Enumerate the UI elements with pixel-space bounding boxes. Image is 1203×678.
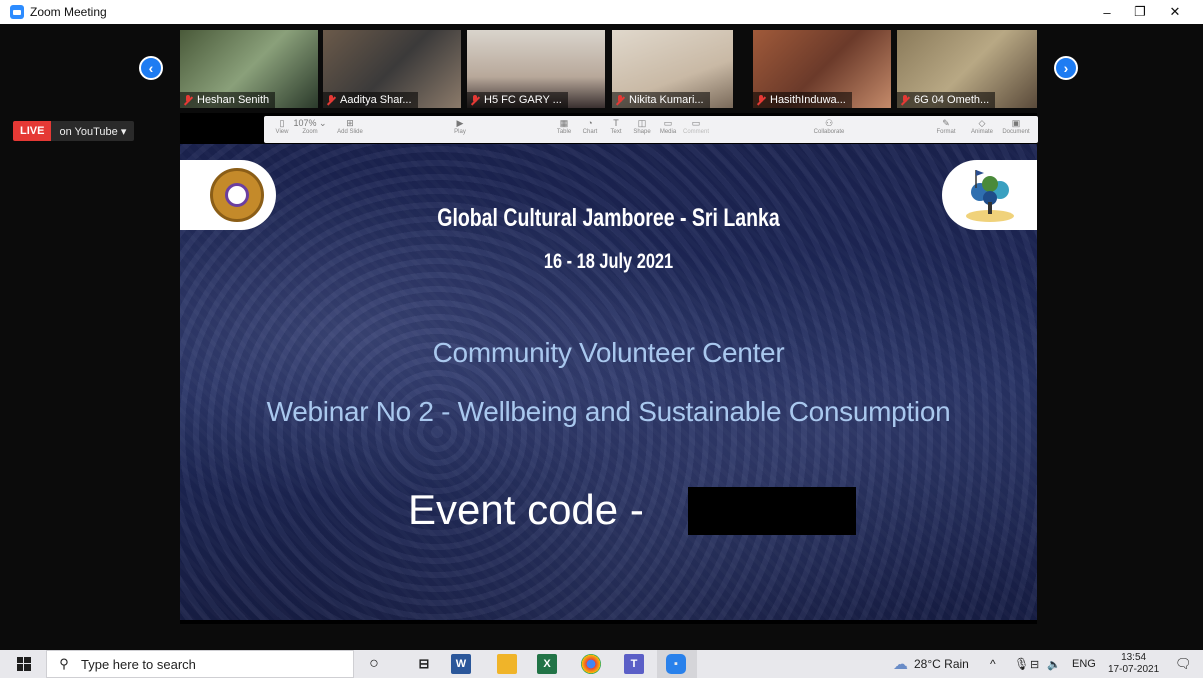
next-participants-button[interactable]: › bbox=[1054, 56, 1078, 80]
file-explorer-icon[interactable] bbox=[497, 654, 517, 674]
zoom-active-highlight bbox=[657, 650, 697, 678]
redacted-event-code bbox=[688, 487, 856, 535]
muted-mic-icon bbox=[471, 95, 480, 105]
clock-time: 13:54 bbox=[1121, 652, 1147, 663]
language-indicator[interactable]: ENG bbox=[1072, 650, 1096, 678]
excel-app-icon[interactable]: X bbox=[537, 654, 557, 674]
toolbar-collaborate: ⚇ Collaborate bbox=[813, 118, 845, 135]
live-target-dropdown[interactable]: on YouTube ▾ bbox=[51, 121, 135, 141]
close-button[interactable]: ✕ bbox=[1160, 0, 1190, 24]
participant-name: 6G 04 Ometh... bbox=[914, 94, 990, 106]
chevron-left-icon: ‹ bbox=[148, 60, 154, 76]
window-titlebar: Zoom Meeting bbox=[0, 0, 1203, 24]
toolbar-add-slide: ⊞ Add Slide bbox=[337, 118, 363, 135]
live-stream-indicator[interactable]: LIVE on YouTube ▾ bbox=[13, 121, 135, 141]
slide-webinar-title: Webinar No 2 - Wellbeing and Sustainable… bbox=[266, 396, 951, 427]
live-badge: LIVE bbox=[13, 121, 52, 141]
prev-participants-button[interactable]: ‹ bbox=[139, 56, 163, 80]
toolbar-animate: ◇ Animate bbox=[970, 118, 993, 135]
toolbar-comment: ▭ Comment bbox=[682, 118, 709, 135]
participant-name: Aaditya Shar... bbox=[340, 94, 412, 106]
window-title: Zoom Meeting bbox=[30, 5, 107, 19]
weather-text: 28°C Rain bbox=[914, 657, 969, 671]
keynote-toolbar: ▯ View 107% ⌄ Zoom ⊞ Add Slide ▶ Play ▦ Table… bbox=[264, 116, 1038, 143]
notifications-icon[interactable]: 🗨 bbox=[1175, 650, 1192, 678]
peacock-mascot-logo bbox=[966, 170, 1014, 222]
clock-date: 17-07-2021 bbox=[1108, 664, 1160, 675]
toolbar-format: ✎ Format bbox=[936, 118, 956, 135]
network-icon[interactable]: ⊟ bbox=[1030, 650, 1039, 678]
minimize-button[interactable]: – bbox=[1092, 0, 1122, 24]
left-logo-panel bbox=[180, 160, 276, 230]
right-logo-panel bbox=[942, 160, 1037, 230]
show-hidden-icons-button[interactable]: ^ bbox=[990, 650, 996, 678]
muted-mic-icon bbox=[616, 95, 625, 105]
participant-video-1[interactable]: Heshan Senith bbox=[180, 30, 318, 108]
microphone-icon[interactable]: 🎙 bbox=[1014, 650, 1029, 678]
participant-name: Nikita Kumari... bbox=[629, 94, 704, 106]
jamboree-emblem-logo bbox=[210, 168, 264, 222]
muted-mic-icon bbox=[327, 95, 336, 105]
rain-cloud-icon: ☁ bbox=[893, 656, 908, 673]
slide-dates: 16 - 18 July 2021 bbox=[543, 250, 674, 273]
participant-video-4[interactable]: Nikita Kumari... bbox=[612, 30, 733, 108]
chrome-app-icon[interactable] bbox=[581, 654, 601, 674]
task-view-icon[interactable]: ⊟ bbox=[414, 654, 434, 674]
muted-mic-icon bbox=[757, 95, 766, 105]
participant-name: Heshan Senith bbox=[197, 94, 270, 106]
participant-name: HasithInduwa... bbox=[770, 94, 846, 106]
shared-screen-toolbar-area: ▯ View 107% ⌄ Zoom ⊞ Add Slide ▶ Play ▦ Table… bbox=[180, 113, 1038, 144]
muted-mic-icon bbox=[901, 95, 910, 105]
muted-mic-icon bbox=[184, 95, 193, 105]
windows-logo-icon bbox=[17, 657, 31, 671]
search-icon: ⚲ bbox=[59, 656, 69, 671]
cortana-icon[interactable]: ○ bbox=[364, 654, 384, 674]
toolbar-play: ▶ Play bbox=[454, 118, 466, 135]
clock[interactable]: 13:54 17-07-2021 bbox=[1108, 650, 1159, 678]
taskbar-search-input[interactable]: ⚲ Type here to search bbox=[46, 650, 354, 678]
toolbar-zoom: 107% ⌄ Zoom bbox=[293, 118, 327, 135]
start-button[interactable] bbox=[10, 650, 38, 678]
volume-icon[interactable]: 🔈 bbox=[1047, 650, 1061, 678]
zoom-app-icon bbox=[10, 5, 24, 19]
event-code-label: Event code - bbox=[408, 486, 644, 533]
search-placeholder: Type here to search bbox=[81, 656, 196, 672]
participant-video-6[interactable]: 6G 04 Ometh... bbox=[897, 30, 1037, 108]
word-app-icon[interactable]: W bbox=[451, 654, 471, 674]
participant-video-2[interactable]: Aaditya Shar... bbox=[323, 30, 461, 108]
participant-video-3[interactable]: H5 FC GARY ... bbox=[467, 30, 605, 108]
slide-title: Global Cultural Jamboree - Sri Lanka bbox=[437, 204, 780, 232]
shared-slide: Global Cultural Jamboree - Sri Lanka 16 … bbox=[180, 144, 1037, 624]
slide-center-name: Community Volunteer Center bbox=[432, 337, 785, 368]
teams-app-icon[interactable]: T bbox=[624, 654, 644, 674]
chevron-right-icon: › bbox=[1063, 60, 1069, 76]
participant-name: H5 FC GARY ... bbox=[484, 94, 562, 106]
weather-widget[interactable]: ☁ 28°C Rain bbox=[893, 650, 969, 678]
toolbar-document: ▣ Document bbox=[1002, 118, 1030, 135]
restore-button[interactable]: ❐ bbox=[1125, 0, 1155, 24]
participant-video-5[interactable]: HasithInduwa... bbox=[753, 30, 891, 108]
